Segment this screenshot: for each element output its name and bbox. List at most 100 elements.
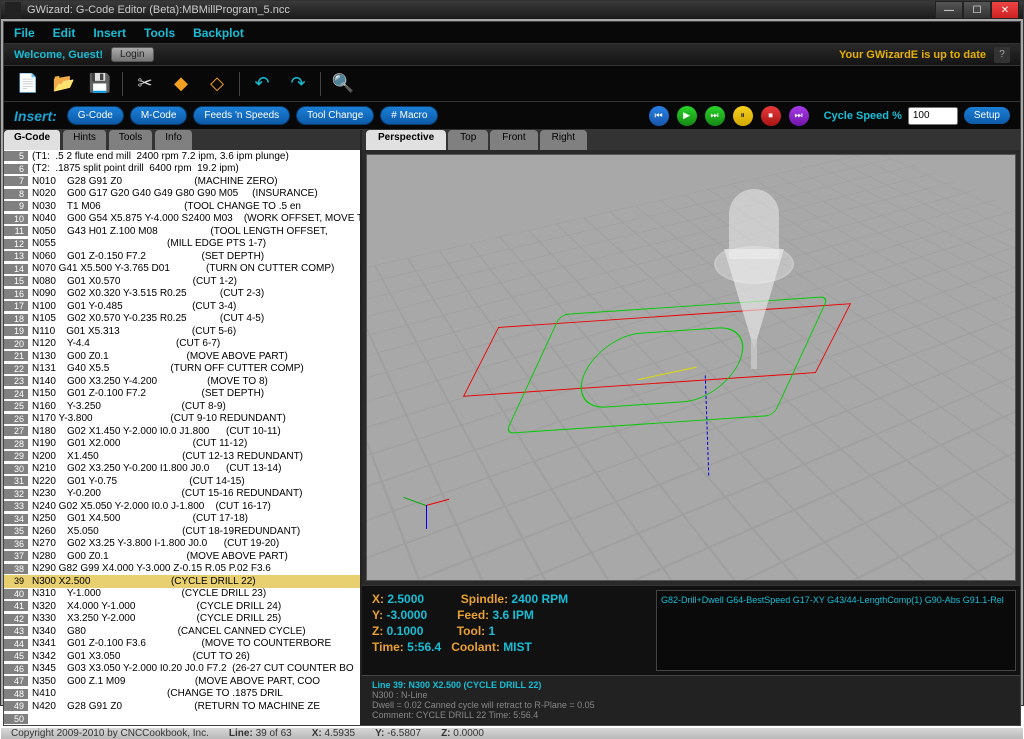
insert-gcode-button[interactable]: G-Code bbox=[67, 106, 124, 125]
code-line[interactable]: 46N345 G03 X3.050 Y-2.000 I0.20 J0.0 F7.… bbox=[4, 663, 360, 676]
new-file-icon[interactable]: 📄 bbox=[14, 70, 42, 98]
code-line[interactable]: 5(T1: .5 2 flute end mill 2400 rpm 7.2 i… bbox=[4, 150, 360, 163]
code-line[interactable]: 45N342 G01 X3.050 (CUT TO 26) bbox=[4, 650, 360, 663]
tab-gcode[interactable]: G-Code bbox=[4, 130, 61, 150]
play-button[interactable]: ▶ bbox=[677, 106, 697, 126]
code-line[interactable]: 42N330 X3.250 Y-2.000 (CYCLE DRILL 25) bbox=[4, 613, 360, 626]
code-line[interactable]: 13N060 G01 Z-0.150 F7.2 (SET DEPTH) bbox=[4, 250, 360, 263]
insert-toolchange-button[interactable]: Tool Change bbox=[296, 106, 374, 125]
code-line[interactable]: 6(T2: .1875 split point drill 6400 rpm 1… bbox=[4, 163, 360, 176]
tab-tools[interactable]: Tools bbox=[109, 130, 153, 150]
minimize-button[interactable]: — bbox=[935, 1, 963, 19]
coolant-label: Coolant: bbox=[451, 640, 500, 654]
cycle-speed-input[interactable] bbox=[908, 107, 958, 125]
undo-icon[interactable]: ↶ bbox=[248, 70, 276, 98]
code-line[interactable]: 35N260 X5.050 (CUT 18-19REDUNDANT) bbox=[4, 525, 360, 538]
login-button[interactable]: Login bbox=[111, 47, 153, 62]
tab-hints[interactable]: Hints bbox=[63, 130, 107, 150]
tab-perspective[interactable]: Perspective bbox=[366, 130, 446, 150]
help-button[interactable]: ? bbox=[994, 47, 1010, 63]
code-line[interactable]: 33N240 G02 X5.050 Y-2.000 I0.0 J-1.800 (… bbox=[4, 500, 360, 513]
code-line[interactable]: 17N100 G01 Y-0.485 (CUT 3-4) bbox=[4, 300, 360, 313]
code-line[interactable]: 25N160 Y-3.250 (CUT 8-9) bbox=[4, 400, 360, 413]
left-panel: G-Code Hints Tools Info 5(T1: .5 2 flute… bbox=[4, 130, 362, 725]
code-line[interactable]: 44N341 G01 Z-0.100 F3.6 (MOVE TO COUNTER… bbox=[4, 638, 360, 651]
code-line[interactable]: 29N200 X1.450 (CUT 12-13 REDUNDANT) bbox=[4, 450, 360, 463]
save-file-icon[interactable]: 💾 bbox=[86, 70, 114, 98]
maximize-button[interactable]: ☐ bbox=[963, 1, 991, 19]
code-line[interactable]: 18N105 G02 X0.570 Y-0.235 R0.25 (CUT 4-5… bbox=[4, 313, 360, 326]
code-line[interactable]: 9N030 T1 M06 (TOOL CHANGE TO .5 en bbox=[4, 200, 360, 213]
open-file-icon[interactable]: 📂 bbox=[50, 70, 78, 98]
search-icon[interactable]: 🔍 bbox=[329, 70, 357, 98]
code-line[interactable]: 24N150 G01 Z-0.100 F7.2 (SET DEPTH) bbox=[4, 388, 360, 401]
code-line[interactable]: 40N310 Y-1.000 (CYCLE DRILL 23) bbox=[4, 588, 360, 601]
hint-line-3: Comment: CYCLE DRILL 22 Time: 5:56.4 bbox=[372, 710, 1010, 720]
menu-backplot[interactable]: Backplot bbox=[193, 26, 244, 40]
code-line[interactable]: 49N420 G28 G91 Z0 (RETURN TO MACHINE ZE bbox=[4, 700, 360, 713]
3d-viewport[interactable] bbox=[366, 154, 1016, 581]
menu-tools[interactable]: Tools bbox=[144, 26, 175, 40]
code-line[interactable]: 16N090 G02 X0.320 Y-3.515 R0.25 (CUT 2-3… bbox=[4, 288, 360, 301]
redo-icon[interactable]: ↷ bbox=[284, 70, 312, 98]
hint-line-2: Dwell = 0.02 Canned cycle will retract t… bbox=[372, 700, 1010, 710]
insert-feeds-button[interactable]: Feeds 'n Speeds bbox=[193, 106, 290, 125]
code-line[interactable]: 10N040 G00 G54 X5.875 Y-4.000 S2400 M03 … bbox=[4, 213, 360, 226]
menu-edit[interactable]: Edit bbox=[53, 26, 76, 40]
code-line[interactable]: 19N110 G01 X5.313 (CUT 5-6) bbox=[4, 325, 360, 338]
code-line[interactable]: 7N010 G28 G91 Z0 (MACHINE ZERO) bbox=[4, 175, 360, 188]
menubar: File Edit Insert Tools Backplot bbox=[4, 22, 1020, 44]
x-value: 2.5000 bbox=[387, 592, 424, 606]
copy-icon[interactable]: ◆ bbox=[167, 70, 195, 98]
cut-icon[interactable]: ✂ bbox=[131, 70, 159, 98]
code-line[interactable]: 21N130 G00 Z0.1 (MOVE ABOVE PART) bbox=[4, 350, 360, 363]
tab-front[interactable]: Front bbox=[490, 130, 537, 150]
code-line[interactable]: 15N080 G01 X0.570 (CUT 1-2) bbox=[4, 275, 360, 288]
menu-insert[interactable]: Insert bbox=[93, 26, 126, 40]
code-line[interactable]: 47N350 G00 Z.1 M09 (MOVE ABOVE PART, COO bbox=[4, 675, 360, 688]
tab-right[interactable]: Right bbox=[540, 130, 587, 150]
step-button[interactable]: ⏭ bbox=[705, 106, 725, 126]
close-button[interactable]: ✕ bbox=[991, 1, 1019, 19]
paste-icon[interactable]: ◇ bbox=[203, 70, 231, 98]
code-line[interactable]: 26N170 Y-3.800 (CUT 9-10 REDUNDANT) bbox=[4, 413, 360, 426]
forward-button[interactable]: ⏭ bbox=[789, 106, 809, 126]
tab-info[interactable]: Info bbox=[155, 130, 193, 150]
code-line[interactable]: 20N120 Y-4.4 (CUT 6-7) bbox=[4, 338, 360, 351]
tool-3d bbox=[704, 189, 804, 389]
code-line[interactable]: 41N320 X4.000 Y-1.000 (CYCLE DRILL 24) bbox=[4, 600, 360, 613]
code-line[interactable]: 11N050 G43 H01 Z.100 M08 (TOOL LENGTH OF… bbox=[4, 225, 360, 238]
code-line[interactable]: 28N190 G01 X2.000 (CUT 11-12) bbox=[4, 438, 360, 451]
code-line[interactable]: 31N220 G01 Y-0.75 (CUT 14-15) bbox=[4, 475, 360, 488]
readout-panel: X: 2.5000 Spindle: 2400 RPM Y: -3.0000 F… bbox=[362, 585, 1020, 675]
setup-button[interactable]: Setup bbox=[964, 107, 1010, 124]
code-line[interactable]: 38N290 G82 G99 X4.000 Y-3.000 Z-0.15 R.0… bbox=[4, 563, 360, 576]
code-line[interactable]: 27N180 G02 X1.450 Y-2.000 I0.0 J1.800 (C… bbox=[4, 425, 360, 438]
time-value: 5:56.4 bbox=[407, 640, 441, 654]
code-line[interactable]: 22N131 G40 X5.5 (TURN OFF CUTTER COMP) bbox=[4, 363, 360, 376]
code-line[interactable]: 8N020 G00 G17 G20 G40 G49 G80 G90 M05 (I… bbox=[4, 188, 360, 201]
code-line[interactable]: 32N230 Y-0.200 (CUT 15-16 REDUNDANT) bbox=[4, 488, 360, 501]
code-line[interactable]: 37N280 G00 Z0.1 (MOVE ABOVE PART) bbox=[4, 550, 360, 563]
code-line[interactable]: 48N410 (CHANGE TO .1875 DRIL bbox=[4, 688, 360, 701]
code-line[interactable]: 14N070 G41 X5.500 Y-3.765 D01 (TURN ON C… bbox=[4, 263, 360, 276]
code-line[interactable]: 12N055 (MILL EDGE PTS 1-7) bbox=[4, 238, 360, 251]
insert-mcode-button[interactable]: M-Code bbox=[130, 106, 188, 125]
code-editor[interactable]: 5(T1: .5 2 flute end mill 2400 rpm 7.2 i… bbox=[4, 150, 360, 725]
pause-button[interactable]: ⏸ bbox=[733, 106, 753, 126]
tab-top[interactable]: Top bbox=[448, 130, 488, 150]
update-status: Your GWizardE is up to date bbox=[839, 49, 986, 61]
code-line[interactable]: 30N210 G02 X3.250 Y-0.200 I1.800 J0.0 (C… bbox=[4, 463, 360, 476]
stop-button[interactable]: ⏹ bbox=[761, 106, 781, 126]
rewind-button[interactable]: ⏮ bbox=[649, 106, 669, 126]
welcome-bar: Welcome, Guest! Login Your GWizardE is u… bbox=[4, 44, 1020, 66]
code-line[interactable]: 39N300 X2.500 (CYCLE DRILL 22) bbox=[4, 575, 360, 588]
z-label: Z: bbox=[372, 624, 383, 638]
menu-file[interactable]: File bbox=[14, 26, 35, 40]
insert-macro-button[interactable]: # Macro bbox=[380, 106, 438, 125]
code-line[interactable]: 23N140 G00 X3.250 Y-4.200 (MOVE TO 8) bbox=[4, 375, 360, 388]
code-line[interactable]: 34N250 G01 X4.500 (CUT 17-18) bbox=[4, 513, 360, 526]
code-line[interactable]: 50 bbox=[4, 713, 360, 726]
code-line[interactable]: 43N340 G80 (CANCEL CANNED CYCLE) bbox=[4, 625, 360, 638]
code-line[interactable]: 36N270 G02 X3.25 Y-3.800 I-1.800 J0.0 (C… bbox=[4, 538, 360, 551]
